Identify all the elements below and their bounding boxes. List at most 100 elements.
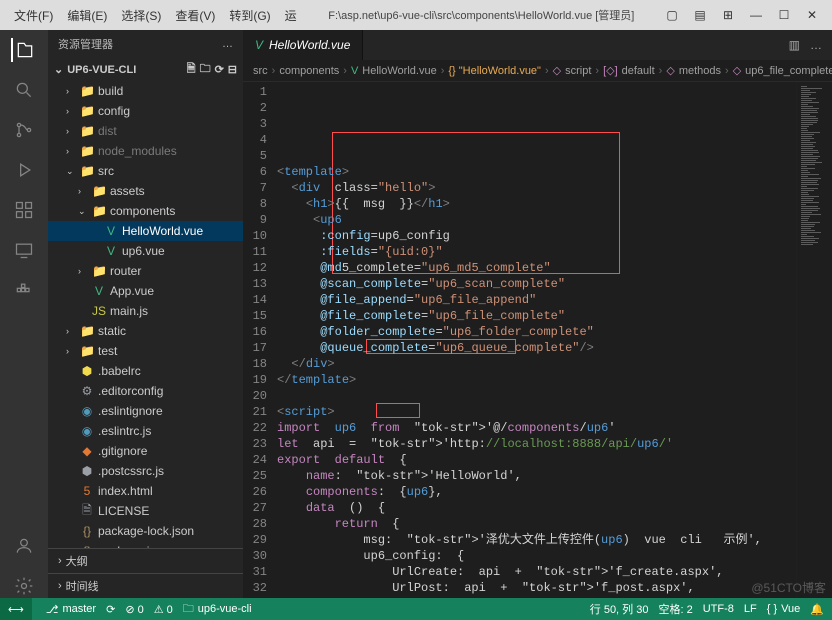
scm-icon[interactable] (12, 118, 36, 142)
tree-item-label: .gitignore (98, 444, 147, 458)
max-button[interactable]: ☐ (772, 8, 796, 22)
tree-item-test[interactable]: ›📁test (48, 341, 243, 361)
file-icon: 📁 (80, 164, 94, 178)
tree-item-components[interactable]: ⌄📁components (48, 201, 243, 221)
encoding-indicator[interactable]: UTF-8 (703, 603, 734, 615)
tree-item--babelrc[interactable]: ⬢.babelrc (48, 361, 243, 381)
tree-item-label: config (98, 104, 130, 118)
menu-view[interactable]: 查看(V) (169, 5, 221, 26)
refresh-icon[interactable]: ⟳ (215, 63, 224, 76)
collapse-icon[interactable]: ⊟ (228, 63, 237, 76)
split-icon[interactable]: ▥ (789, 38, 800, 52)
file-icon: 📁 (92, 264, 106, 278)
docker-icon[interactable] (12, 278, 36, 302)
menu-file[interactable]: 文件(F) (8, 5, 59, 26)
chevron-icon: › (78, 186, 88, 196)
tree-item-node-modules[interactable]: ›📁node_modules (48, 141, 243, 161)
remote-icon[interactable] (12, 238, 36, 262)
menu-edit[interactable]: 编辑(E) (61, 5, 113, 26)
tree-item--eslintignore[interactable]: ◉.eslintignore (48, 401, 243, 421)
errors-indicator[interactable]: ⊘ 0 (125, 603, 143, 616)
close-button[interactable]: ✕ (800, 8, 824, 22)
tree-item-label: components (110, 204, 175, 218)
warnings-indicator[interactable]: ⚠ 0 (154, 603, 173, 616)
file-tree: ›📁build›📁config›📁dist›📁node_modules⌄📁src… (48, 81, 243, 548)
tree-item-up6-vue[interactable]: Vup6.vue (48, 241, 243, 261)
eol-indicator[interactable]: LF (744, 603, 757, 615)
sidebar: 资源管理器 … ⌄ UP6-VUE-CLI 🗎 🗀 ⟳ ⊟ ›📁build›📁c… (48, 30, 243, 598)
sync-button[interactable]: ⟳ (106, 603, 115, 616)
new-file-icon[interactable]: 🗎 (187, 60, 196, 79)
file-icon: 🗎 (80, 501, 94, 522)
tree-item--editorconfig[interactable]: ⚙.editorconfig (48, 381, 243, 401)
search-icon[interactable] (12, 78, 36, 102)
tree-item-app-vue[interactable]: VApp.vue (48, 281, 243, 301)
layout-icon[interactable]: ▤ (688, 8, 712, 22)
file-icon: 📁 (92, 204, 106, 218)
gear-icon[interactable] (12, 574, 36, 598)
file-icon: ⬢ (80, 364, 94, 378)
file-icon: ⚙ (80, 384, 94, 398)
layout-icon[interactable]: ⊞ (716, 8, 740, 22)
tree-item-label: .eslintrc.js (98, 424, 151, 438)
tree-item-label: main.js (110, 304, 148, 318)
file-icon: 📁 (80, 124, 94, 138)
tree-item-package-json[interactable]: {}package.json (48, 541, 243, 548)
tree-item-build[interactable]: ›📁build (48, 81, 243, 101)
layout-icon[interactable]: ▢ (660, 8, 684, 22)
tree-item--gitignore[interactable]: ◆ .gitignore (48, 441, 243, 461)
tree-item-assets[interactable]: ›📁assets (48, 181, 243, 201)
lang-indicator[interactable]: { } Vue (767, 603, 801, 615)
tree-item-package-lock-json[interactable]: {}package-lock.json (48, 521, 243, 541)
tree-item-src[interactable]: ⌄📁src (48, 161, 243, 181)
menu-select[interactable]: 选择(S) (115, 5, 167, 26)
tree-item-static[interactable]: ›📁static (48, 321, 243, 341)
tab-bar: V HelloWorld.vue ▥ … (243, 30, 832, 60)
tree-item-label: src (98, 164, 114, 178)
account-icon[interactable] (12, 534, 36, 558)
more-icon[interactable]: … (222, 38, 233, 50)
tree-item--eslintrc-js[interactable]: ◉.eslintrc.js (48, 421, 243, 441)
timeline-section[interactable]: ›时间线 (48, 573, 243, 598)
tree-item-router[interactable]: ›📁router (48, 261, 243, 281)
line-col[interactable]: 行 50, 列 30 (590, 601, 649, 617)
file-icon: ◉ (80, 404, 94, 418)
tree-item-config[interactable]: ›📁config (48, 101, 243, 121)
spaces-indicator[interactable]: 空格: 2 (658, 601, 692, 617)
file-icon: ◆ (80, 444, 94, 458)
remote-indicator[interactable]: ⟷ (0, 598, 32, 620)
branch-indicator[interactable]: ⎇ master (46, 603, 96, 616)
file-icon: 📁 (80, 324, 94, 338)
bell-icon[interactable]: 🔔 (810, 603, 824, 616)
code-editor[interactable]: 1234567891011121314151617181920212223242… (243, 82, 832, 598)
folder-indicator[interactable]: 🗀 up6-vue-cli (183, 600, 252, 619)
titlebar: 文件(F) 编辑(E) 选择(S) 查看(V) 转到(G) 运 F:\asp.n… (0, 0, 832, 30)
menu-bar: 文件(F) 编辑(E) 选择(S) 查看(V) 转到(G) 运 (8, 5, 303, 26)
tree-item--postcssrc-js[interactable]: ⬢.postcssrc.js (48, 461, 243, 481)
breadcrumbs[interactable]: src› components› V HelloWorld.vue› {} "H… (243, 60, 832, 82)
min-button[interactable]: — (744, 8, 768, 22)
tree-item-index-html[interactable]: 5index.html (48, 481, 243, 501)
extensions-icon[interactable] (12, 198, 36, 222)
explorer-icon[interactable] (11, 38, 35, 62)
minimap[interactable] (796, 82, 832, 598)
tab-helloworld[interactable]: V HelloWorld.vue (243, 30, 363, 60)
outline-section[interactable]: ›大纲 (48, 548, 243, 573)
chevron-down-icon: ⌄ (54, 63, 63, 76)
tree-item-label: LICENSE (98, 504, 149, 518)
menu-goto[interactable]: 转到(G) (223, 5, 276, 26)
file-icon: 📁 (80, 144, 94, 158)
tree-item-helloworld-vue[interactable]: VHelloWorld.vue (48, 221, 243, 241)
tree-item-label: HelloWorld.vue (122, 224, 203, 238)
tree-item-label: index.html (98, 484, 153, 498)
tree-item-license[interactable]: 🗎 LICENSE (48, 501, 243, 521)
new-folder-icon[interactable]: 🗀 (200, 60, 211, 79)
more-icon[interactable]: … (810, 38, 822, 52)
file-icon: V (104, 244, 118, 258)
tree-item-main-js[interactable]: JSmain.js (48, 301, 243, 321)
tree-item-dist[interactable]: ›📁dist (48, 121, 243, 141)
window-title: F:\asp.net\up6-vue-cli\src\components\He… (305, 7, 658, 23)
menu-run[interactable]: 运 (279, 5, 303, 26)
project-header[interactable]: ⌄ UP6-VUE-CLI 🗎 🗀 ⟳ ⊟ (48, 58, 243, 81)
debug-icon[interactable] (12, 158, 36, 182)
